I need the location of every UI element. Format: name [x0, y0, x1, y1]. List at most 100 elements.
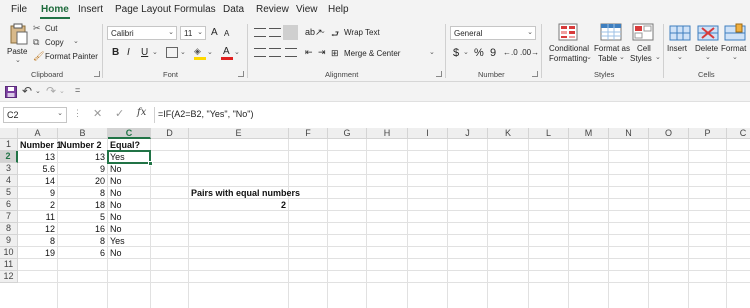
formula-input[interactable]: =IF(A2=B2, "Yes", "No") [158, 109, 254, 119]
wrap-text-button[interactable]: ⮐ Wrap Text [331, 27, 411, 39]
tab-formulas[interactable]: Formulas [174, 4, 216, 15]
cell-b4[interactable]: 20 [60, 175, 105, 187]
align-bottom-icon[interactable] [283, 25, 298, 40]
copy-button[interactable]: ⧉ Copy ⌄ [33, 37, 83, 49]
chevron-down-icon[interactable]: ⌄ [59, 87, 65, 95]
tab-home[interactable]: Home [41, 4, 69, 15]
currency-button[interactable]: $ [453, 47, 459, 59]
row-header-6[interactable]: 6 [0, 199, 18, 211]
row-header-10[interactable]: 10 [0, 247, 18, 259]
align-center-icon[interactable] [269, 48, 281, 57]
cell-b5[interactable]: 8 [60, 187, 105, 199]
cell-a9[interactable]: 8 [20, 235, 55, 247]
row-header-2[interactable]: 2 [0, 151, 18, 163]
number-format-select[interactable]: General ⌄ [450, 26, 536, 40]
delete-cells-button[interactable]: Delete ⌄ [694, 23, 722, 67]
tab-review[interactable]: Review [256, 4, 289, 15]
cell-a4[interactable]: 14 [20, 175, 55, 187]
font-color-button[interactable]: A [221, 46, 233, 60]
shrink-font-button[interactable]: A [224, 29, 229, 38]
row-header-7[interactable]: 7 [0, 211, 18, 223]
column-header-n[interactable]: N [609, 128, 649, 139]
dialog-launcher-icon[interactable] [238, 71, 244, 77]
column-header-o[interactable]: O [649, 128, 689, 139]
cell-b6[interactable]: 18 [60, 199, 105, 211]
percent-button[interactable]: % [474, 47, 484, 59]
column-header-d[interactable]: D [151, 128, 189, 139]
cut-button[interactable]: ✂ Cut [33, 23, 83, 35]
cell-a3[interactable]: 5.6 [20, 163, 55, 175]
column-header-a[interactable]: A [18, 128, 58, 139]
format-as-table-button[interactable]: Format as Table ⌄ [593, 23, 630, 67]
cell-c9[interactable]: Yes [110, 235, 148, 247]
cell-b1[interactable]: Number 2 [60, 139, 105, 151]
cell-b2[interactable]: 13 [60, 151, 105, 163]
font-name-select[interactable]: Calibri ⌄ [107, 26, 177, 40]
column-header-l[interactable]: L [529, 128, 569, 139]
align-right-icon[interactable] [285, 48, 297, 57]
enter-icon[interactable]: ✓ [115, 107, 124, 120]
row-header-9[interactable]: 9 [0, 235, 18, 247]
insert-function-button[interactable]: fx [137, 107, 146, 118]
insert-cells-button[interactable]: Insert ⌄ [666, 23, 694, 67]
tab-data[interactable]: Data [223, 4, 244, 15]
merge-center-button[interactable]: ⊞ Merge & Center ⌄ [331, 48, 441, 60]
cell-b3[interactable]: 9 [60, 163, 105, 175]
increase-decimal-icon[interactable]: ←.0 [503, 48, 518, 57]
chevron-down-icon[interactable]: ⌄ [35, 87, 41, 95]
cell-c10[interactable]: No [110, 247, 148, 259]
bold-button[interactable]: B [112, 47, 119, 58]
tab-file[interactable]: File [11, 4, 27, 15]
increase-indent-icon[interactable]: ⇥ [318, 47, 326, 58]
cancel-icon[interactable]: ✕ [93, 107, 102, 120]
column-header-c[interactable]: C [727, 128, 750, 139]
cell-c3[interactable]: No [110, 163, 148, 175]
underline-button[interactable]: U [141, 47, 148, 58]
row-header-12[interactable]: 12 [0, 271, 18, 283]
cell-a10[interactable]: 19 [20, 247, 55, 259]
cell-c6[interactable]: No [110, 199, 148, 211]
undo-icon[interactable]: ↶ [22, 84, 32, 98]
dialog-launcher-icon[interactable] [436, 71, 442, 77]
comma-button[interactable]: 9 [490, 47, 496, 59]
cell-b8[interactable]: 16 [60, 223, 105, 235]
customize-toolbar-icon[interactable]: = [75, 85, 80, 95]
cell-c4[interactable]: No [110, 175, 148, 187]
tab-view[interactable]: View [296, 4, 318, 15]
dialog-launcher-icon[interactable] [94, 71, 100, 77]
tab-page-layout[interactable]: Page Layout [115, 4, 171, 15]
cell-styles-button[interactable]: Cell Styles ⌄ [630, 23, 661, 67]
align-top-icon[interactable] [254, 28, 266, 37]
row-header-3[interactable]: 3 [0, 163, 18, 175]
cell-a6[interactable]: 2 [20, 199, 55, 211]
cell-a7[interactable]: 11 [20, 211, 55, 223]
column-header-f[interactable]: F [289, 128, 328, 139]
row-header-1[interactable]: 1 [0, 139, 18, 151]
column-header-g[interactable]: G [328, 128, 367, 139]
column-header-j[interactable]: J [448, 128, 488, 139]
cell-a8[interactable]: 12 [20, 223, 55, 235]
column-header-k[interactable]: K [488, 128, 529, 139]
decrease-decimal-icon[interactable]: .00→ [520, 48, 539, 57]
grow-font-button[interactable]: A [211, 27, 218, 38]
save-icon[interactable] [5, 86, 17, 98]
cell-b10[interactable]: 6 [60, 247, 105, 259]
paste-button[interactable]: Paste ⌄ [6, 23, 30, 64]
borders-icon[interactable] [166, 47, 178, 58]
row-header-8[interactable]: 8 [0, 223, 18, 235]
cell-a2[interactable]: 13 [20, 151, 55, 163]
cell-c8[interactable]: No [110, 223, 148, 235]
cell-a5[interactable]: 9 [20, 187, 55, 199]
column-header-m[interactable]: M [569, 128, 609, 139]
cell-b9[interactable]: 8 [60, 235, 105, 247]
column-header-c[interactable]: C [108, 128, 151, 139]
cell-e6[interactable]: 2 [191, 199, 286, 211]
font-size-select[interactable]: 11 ⌄ [180, 26, 206, 40]
fill-handle[interactable] [148, 161, 153, 166]
cell-a1[interactable]: Number 1 [20, 139, 62, 151]
align-middle-icon[interactable] [269, 28, 281, 37]
dialog-launcher-icon[interactable] [532, 71, 538, 77]
row-header-5[interactable]: 5 [0, 187, 18, 199]
tab-help[interactable]: Help [328, 4, 349, 15]
cell-c7[interactable]: No [110, 211, 148, 223]
